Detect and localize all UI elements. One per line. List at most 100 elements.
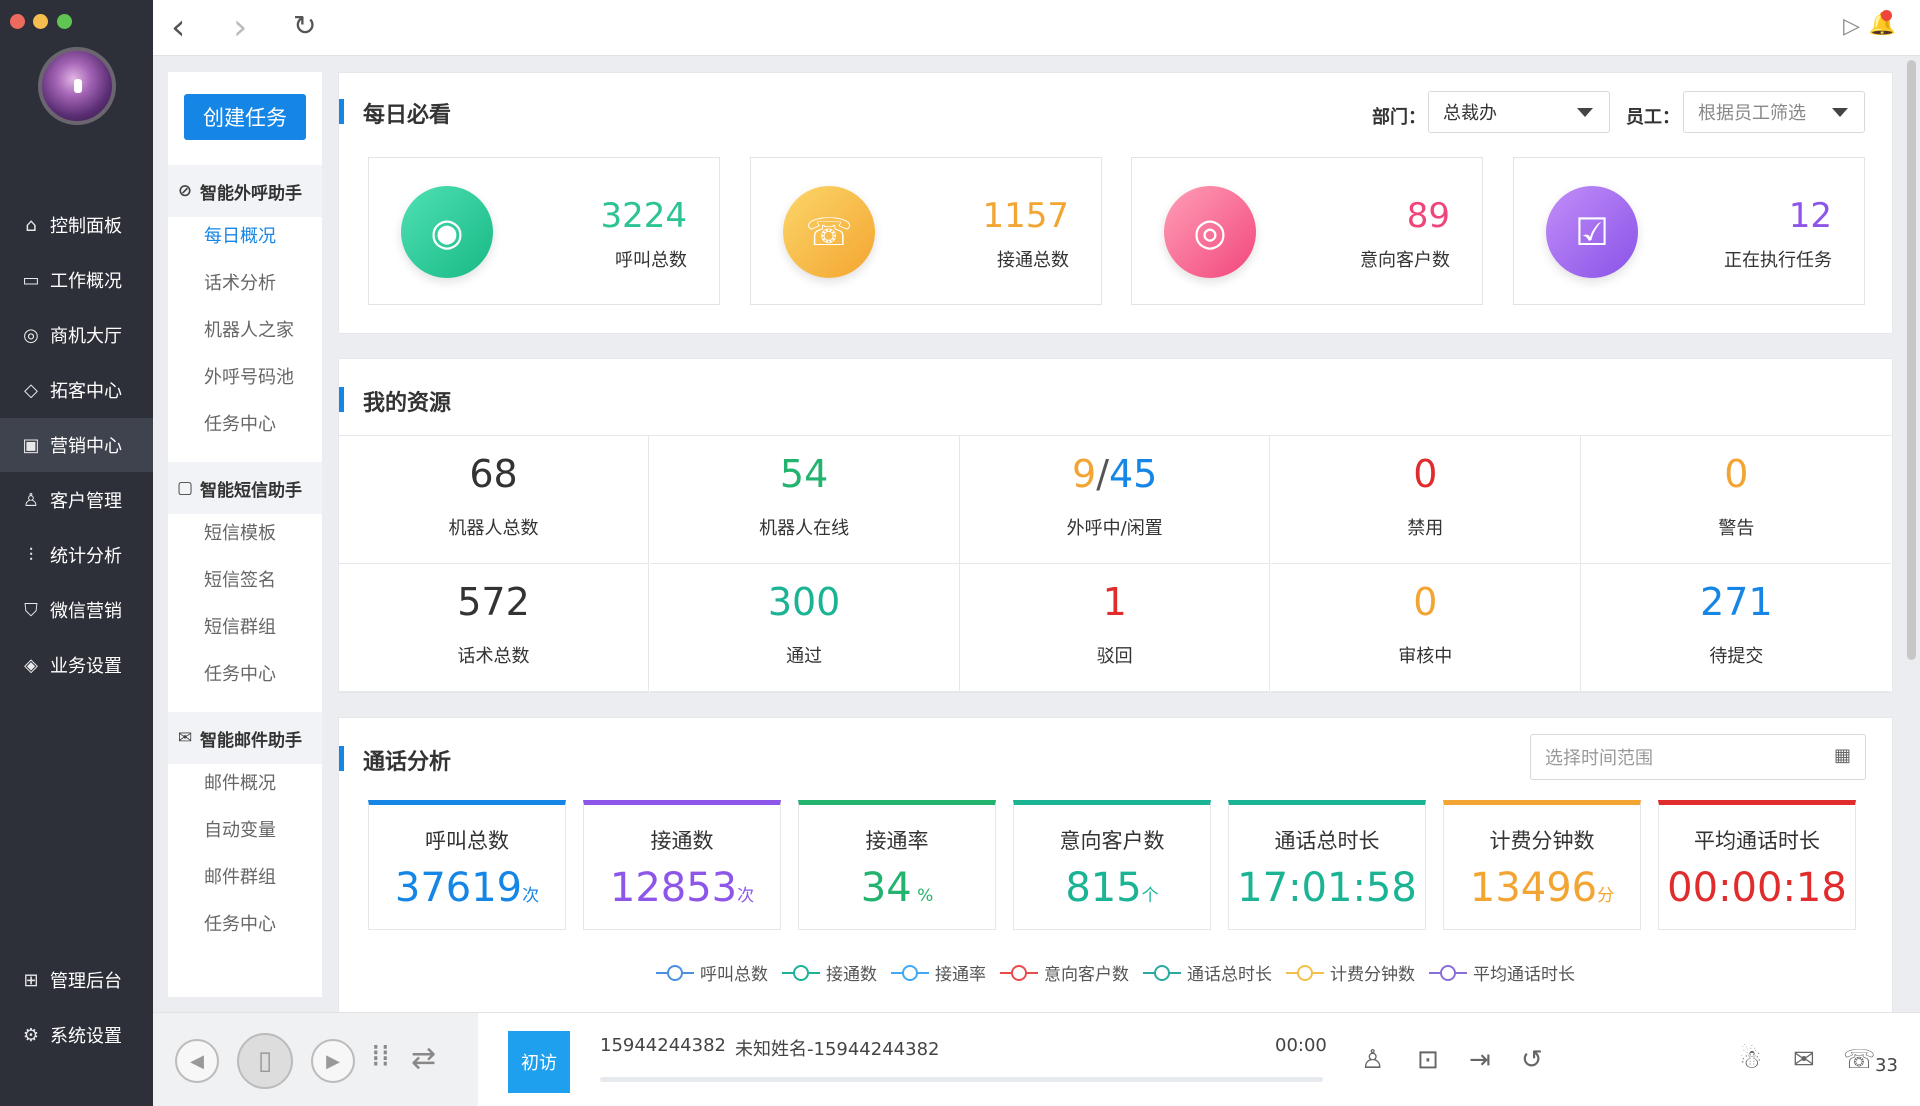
legend-marker-icon	[656, 964, 694, 981]
sidebar-bottom-item-0[interactable]: ⊞ 管理后台	[0, 953, 153, 1007]
call-stat-card[interactable]: 通话总时长 17:01:58	[1228, 800, 1426, 930]
resource-cell: 0 审核中	[1270, 564, 1581, 692]
subnav-item[interactable]: 邮件群组	[204, 863, 276, 889]
sidebar-item-8[interactable]: ◈ 业务设置	[0, 638, 153, 692]
subnav-item[interactable]: 机器人之家	[204, 316, 294, 342]
create-task-button[interactable]: 创建任务	[184, 94, 306, 140]
legend-item[interactable]: 计费分钟数	[1286, 960, 1415, 985]
dept-select[interactable]: 总裁办	[1428, 91, 1610, 133]
resource-cell: 271 待提交	[1581, 564, 1892, 692]
staff-select[interactable]: 根据员工筛选	[1683, 91, 1865, 133]
call-stat-card[interactable]: 呼叫总数 37619次	[368, 800, 566, 930]
sidebar-item-0[interactable]: ⌂ 控制面板	[0, 198, 153, 252]
section-icon: ⊘	[177, 181, 193, 201]
contact-icon[interactable]: ♙	[1361, 1045, 1384, 1075]
subnav-section-title: 智能邮件助手	[200, 730, 302, 751]
resource-cell: 1 驳回	[960, 564, 1271, 692]
lock-icon[interactable]: ⊡	[1417, 1045, 1439, 1075]
phone-button[interactable]: ▯	[237, 1033, 293, 1089]
call-stat-card[interactable]: 意向客户数 815个	[1013, 800, 1211, 930]
back-button[interactable]: ‹	[171, 10, 185, 46]
subnav-item[interactable]: 外呼号码池	[204, 363, 294, 389]
dialpad-icon[interactable]: ⁞⁞	[371, 1039, 390, 1074]
call-stat-card[interactable]: 平均通话时长 00:00:18	[1658, 800, 1856, 930]
legend-marker-icon	[1143, 964, 1181, 981]
caller-name: 未知姓名-15944244382	[735, 1039, 940, 1060]
call-stat-card[interactable]: 计费分钟数 13496分	[1443, 800, 1641, 930]
call-log-icon[interactable]: ☏	[1843, 1045, 1876, 1075]
daily-card[interactable]: ☏ 1157 接通总数	[750, 157, 1102, 305]
window-maximize-button[interactable]	[57, 14, 72, 29]
legend-item[interactable]: 平均通话时长	[1429, 960, 1575, 985]
status-chip[interactable]: 初访	[508, 1031, 570, 1093]
subnav-item[interactable]: 短信群组	[204, 613, 276, 639]
subnav-item[interactable]: 短信签名	[204, 566, 276, 592]
call-stat-value: 17:01:58	[1237, 865, 1417, 911]
handshake-icon[interactable]: ✉	[1793, 1045, 1815, 1075]
window-close-button[interactable]	[10, 14, 25, 29]
subnav-item[interactable]: 自动变量	[204, 816, 276, 842]
subnav-item[interactable]: 邮件概况	[204, 769, 276, 795]
sidebar-item-5[interactable]: ♙ 客户管理	[0, 473, 153, 527]
previous-button[interactable]: ◀	[175, 1039, 219, 1083]
robot-icon[interactable]: ☃	[1739, 1045, 1762, 1075]
legend-item[interactable]: 呼叫总数	[656, 960, 768, 985]
legend-item[interactable]: 接通数	[782, 960, 877, 985]
stat-label: 意向客户数	[1360, 250, 1450, 271]
daily-card[interactable]: ☑ 12 正在执行任务	[1513, 157, 1865, 305]
call-stat-card[interactable]: 接通率 34 %	[798, 800, 996, 930]
resource-value: 0	[1413, 580, 1438, 624]
stat-icon: ☑	[1546, 186, 1638, 278]
legend-item[interactable]: 接通率	[891, 960, 986, 985]
calendar-icon[interactable]: ▦	[1834, 745, 1851, 766]
legend-item[interactable]: 意向客户数	[1000, 960, 1129, 985]
call-stat-card[interactable]: 接通数 12853次	[583, 800, 781, 930]
redial-icon[interactable]: ↺	[1521, 1045, 1543, 1075]
sidebar-item-2[interactable]: ◎ 商机大厅	[0, 308, 153, 362]
date-range-input[interactable]: 选择时间范围 ▦	[1530, 734, 1866, 780]
resource-value: 0	[1724, 452, 1749, 496]
subnav-item[interactable]: 每日概况	[204, 222, 276, 248]
scrollbar[interactable]	[1907, 60, 1916, 660]
screen-icon[interactable]: ▷	[1843, 16, 1860, 38]
resources-title: 我的资源	[339, 385, 451, 417]
bar-chart-icon: ⫶	[28, 544, 34, 566]
dept-select-value: 总裁办	[1443, 103, 1497, 124]
sidebar-item-6[interactable]: ⫶ 统计分析	[0, 528, 153, 582]
daily-card[interactable]: ◉ 3224 呼叫总数	[368, 157, 720, 305]
legend-item[interactable]: 通话总时长	[1143, 960, 1272, 985]
sidebar-item-1[interactable]: ▭ 工作概况	[0, 253, 153, 307]
call-stat-label: 平均通话时长	[1694, 829, 1820, 853]
subnav-item[interactable]: 任务中心	[204, 410, 276, 436]
sidebar-item-label: 工作概况	[50, 271, 122, 292]
forward-button[interactable]: ›	[233, 10, 247, 46]
pulse-icon: ◇	[24, 379, 38, 401]
next-button[interactable]: ▶	[311, 1039, 355, 1083]
window-minimize-button[interactable]	[33, 14, 48, 29]
subnav-section-2[interactable]: ✉ 智能邮件助手	[168, 712, 322, 764]
subnav-item[interactable]: 话术分析	[204, 269, 276, 295]
sidebar-item-3[interactable]: ◇ 拓客中心	[0, 363, 153, 417]
subnav-item[interactable]: 任务中心	[204, 910, 276, 936]
call-stat-label: 接通率	[865, 829, 929, 853]
sidebar-bottom-item-1[interactable]: ⚙ 系统设置	[0, 1008, 153, 1062]
switch-icon[interactable]: ⇄	[411, 1041, 436, 1076]
subnav-section-0[interactable]: ⊘ 智能外呼助手	[168, 165, 322, 217]
stat-icon: ◎	[1164, 186, 1256, 278]
sidebar: ⌂ 控制面板 ▭ 工作概况 ◎ 商机大厅 ◇ 拓客中心 ▣ 营销中心 ♙ 客户管理 ⫶ 统计分析 ⛉ 微信营销…	[0, 0, 153, 1106]
call-stat-label: 呼叫总数	[425, 829, 509, 853]
subnav-item[interactable]: 短信模板	[204, 519, 276, 545]
call-progress-bar	[600, 1077, 1323, 1082]
transfer-icon[interactable]: ⇥	[1469, 1045, 1491, 1075]
avatar[interactable]	[38, 47, 116, 125]
daily-card[interactable]: ◎ 89 意向客户数	[1131, 157, 1483, 305]
subnav-item[interactable]: 任务中心	[204, 660, 276, 686]
subnav-section-1[interactable]: ▢ 智能短信助手	[168, 462, 322, 514]
grid-icon: ⊞	[23, 969, 39, 991]
sidebar-item-7[interactable]: ⛉ 微信营销	[0, 583, 153, 637]
stat-icon: ◉	[401, 186, 493, 278]
sidebar-item-4[interactable]: ▣ 营销中心	[0, 418, 153, 472]
stat-label: 正在执行任务	[1724, 250, 1832, 271]
stat-value: 12	[1788, 196, 1832, 236]
refresh-button[interactable]: ↻	[293, 12, 316, 40]
